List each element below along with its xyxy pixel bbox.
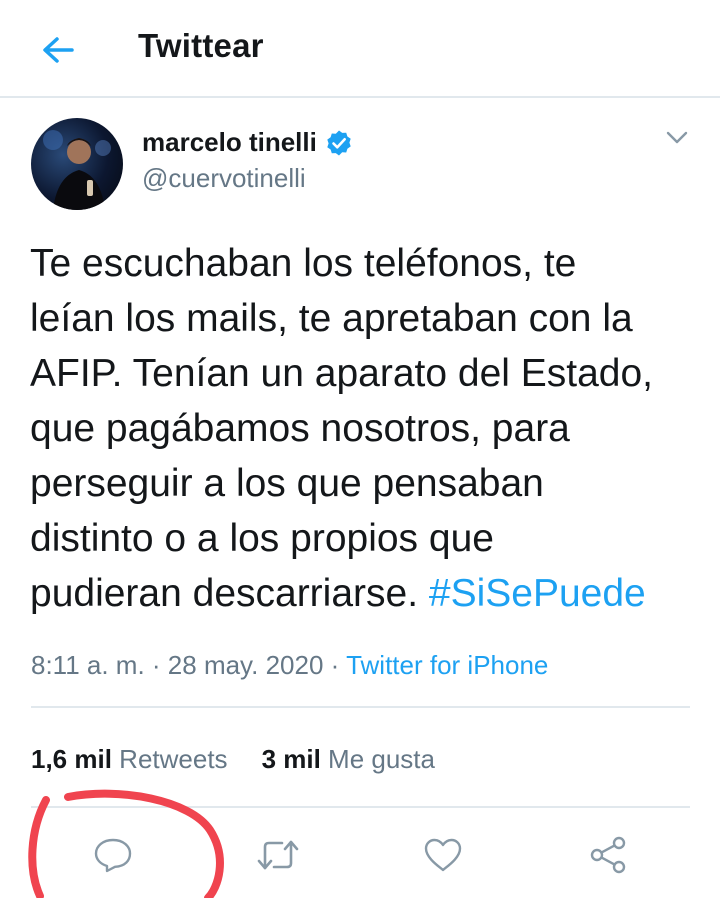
author-name-text: marcelo tinelli bbox=[142, 127, 317, 157]
likes-count: 3 mil bbox=[261, 744, 321, 774]
share-button[interactable] bbox=[583, 830, 633, 880]
retweets-label: Retweets bbox=[119, 744, 228, 774]
share-icon bbox=[590, 836, 626, 874]
tweet-source-link[interactable]: Twitter for iPhone bbox=[346, 650, 548, 680]
avatar[interactable] bbox=[31, 118, 123, 210]
divider bbox=[31, 706, 690, 708]
tweet-menu-button[interactable] bbox=[660, 123, 694, 153]
chevron-down-icon bbox=[666, 131, 688, 144]
top-bar: Twittear bbox=[0, 0, 720, 98]
verified-badge-icon bbox=[327, 130, 351, 155]
heart-icon bbox=[424, 838, 462, 872]
divider bbox=[31, 806, 690, 808]
meta-separator: · bbox=[323, 650, 347, 680]
likes-stat[interactable]: 3 mil Me gusta bbox=[262, 744, 435, 774]
arrow-left-icon bbox=[43, 37, 74, 63]
reply-button[interactable] bbox=[88, 830, 138, 880]
likes-label: Me gusta bbox=[328, 744, 435, 774]
tweet-time: 8:11 a. m. bbox=[31, 650, 145, 680]
retweet-icon bbox=[257, 840, 299, 870]
retweets-count: 1,6 mil bbox=[31, 744, 112, 774]
tweet-stats: 1,6 mil Retweets 3 mil Me gusta bbox=[31, 744, 435, 775]
retweet-button[interactable] bbox=[253, 830, 303, 880]
back-button[interactable] bbox=[36, 30, 80, 70]
tweet-text: Te escuchaban los teléfonos, te leían lo… bbox=[30, 236, 700, 621]
tweet-meta: 8:11 a. m. · 28 may. 2020 · Twitter for … bbox=[31, 650, 548, 681]
author-handle[interactable]: @cuervotinelli bbox=[142, 163, 306, 194]
reply-icon bbox=[94, 838, 132, 873]
retweets-stat[interactable]: 1,6 mil Retweets bbox=[31, 744, 228, 774]
like-button[interactable] bbox=[418, 830, 468, 880]
tweet-date: 28 may. 2020 bbox=[167, 650, 324, 680]
author-name[interactable]: marcelo tinelli bbox=[142, 127, 353, 158]
tweet-body: Te escuchaban los teléfonos, te leían lo… bbox=[30, 242, 654, 615]
meta-separator: · bbox=[144, 650, 168, 680]
hashtag-link[interactable]: #SiSePuede bbox=[429, 572, 646, 615]
page-title: Twittear bbox=[138, 27, 264, 64]
avatar-photo bbox=[43, 130, 111, 210]
